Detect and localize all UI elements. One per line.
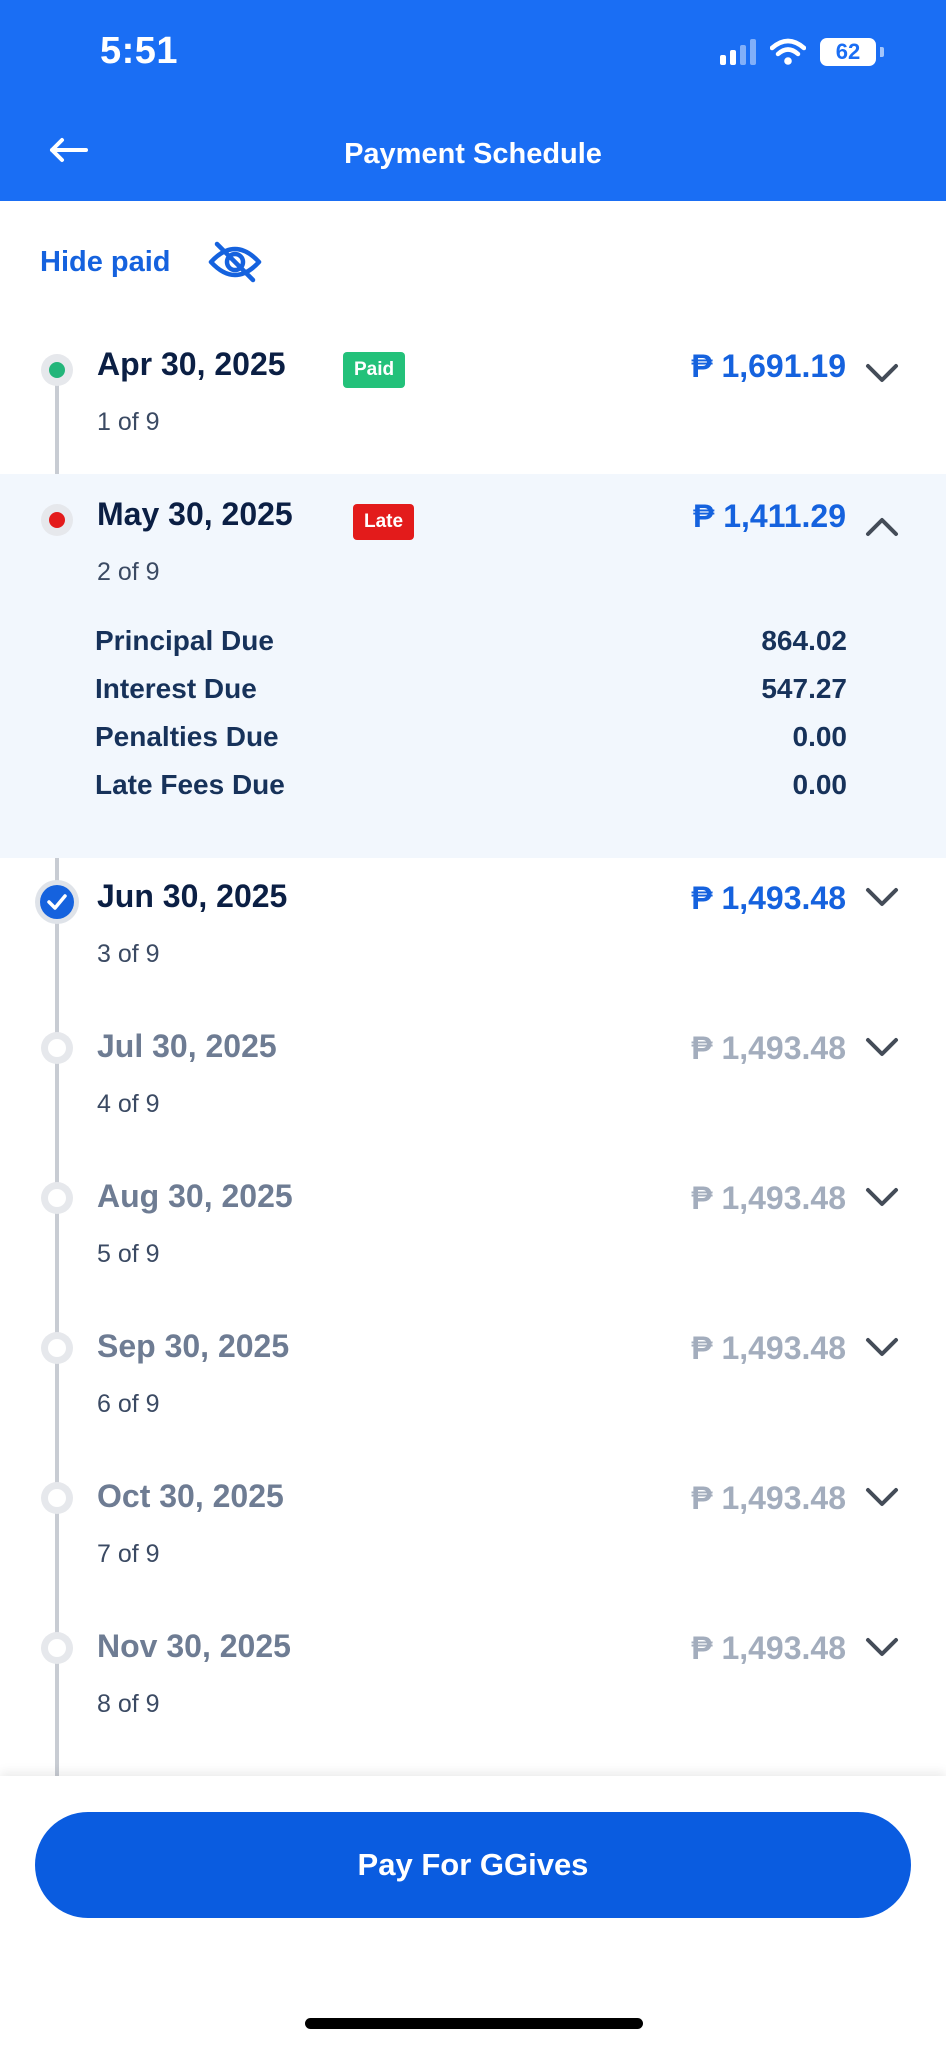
payment-date: Apr 30, 2025 [97,346,286,382]
payment-date: Jun 30, 2025 [97,878,288,914]
status-icons: 62 [720,38,884,66]
top-app-bar: 5:51 62 Payment Schedule [0,0,946,201]
payment-row[interactable]: Jun 30, 2025 ₱ 1,493.48 3 of 9 [0,858,946,1008]
installment-count: 7 of 9 [97,1540,160,1568]
check-icon [47,894,67,910]
payment-amount: ₱ 1,411.29 [692,498,846,534]
breakdown-value: 864.02 [761,625,847,656]
breakdown-row: Principal Due 864.02 [95,617,847,665]
installment-count: 5 of 9 [97,1240,160,1268]
breakdown-row: Interest Due 547.27 [95,665,847,713]
paid-badge: Paid [343,352,406,388]
payment-date: Sep 30, 2025 [97,1328,290,1364]
status-dot-current [35,880,79,924]
payment-row[interactable]: Jul 30, 2025 ₱ 1,493.48 4 of 9 [0,1008,946,1158]
payment-date: May 30, 2025 [97,496,293,532]
payment-amount: ₱ 1,493.48 [691,1030,846,1066]
installment-count: 2 of 9 [97,558,160,586]
cellular-signal-icon [720,39,756,65]
payment-amount: ₱ 1,493.48 [691,880,846,916]
status-dot-pending [41,1632,73,1664]
payment-row[interactable]: Apr 30, 2025 Paid ₱ 1,691.19 1 of 9 [0,330,946,474]
payment-amount: ₱ 1,691.19 [691,348,846,384]
status-dot-pending [41,1332,73,1364]
payment-date: Nov 30, 2025 [97,1628,291,1664]
installment-count: 6 of 9 [97,1390,160,1418]
payment-amount: ₱ 1,493.48 [691,1480,846,1516]
payment-row-expanded[interactable]: May 30, 2025 Late ₱ 1,411.29 2 of 9 Prin… [0,474,946,858]
breakdown-row: Penalties Due 0.00 [95,713,847,761]
chevron-down-icon[interactable] [862,1332,902,1360]
payment-amount: ₱ 1,493.48 [691,1180,846,1216]
installment-count: 4 of 9 [97,1090,160,1118]
payment-row[interactable]: Nov 30, 2025 ₱ 1,493.48 8 of 9 [0,1608,946,1758]
breakdown-label: Penalties Due [95,721,279,752]
breakdown-label: Late Fees Due [95,769,285,800]
payment-date: Jul 30, 2025 [97,1028,277,1064]
status-dot-late [41,504,73,536]
status-dot-pending [41,1032,73,1064]
payment-amount: ₱ 1,493.48 [691,1330,846,1366]
battery-level: 62 [835,39,861,64]
installment-count: 8 of 9 [97,1690,160,1718]
status-time: 5:51 [100,30,179,72]
breakdown-value: 0.00 [792,769,848,800]
installment-count: 1 of 9 [97,408,160,436]
chevron-down-icon[interactable] [862,1482,902,1510]
payment-date: Oct 30, 2025 [97,1478,284,1514]
home-indicator [305,2018,643,2029]
installment-count: 3 of 9 [97,940,160,968]
breakdown-value: 547.27 [761,673,847,704]
battery-tip [880,47,884,57]
payment-amount: ₱ 1,493.48 [691,1630,846,1666]
eye-off-icon [208,241,261,283]
payment-row[interactable]: Oct 30, 2025 ₱ 1,493.48 7 of 9 [0,1458,946,1608]
battery-icon: 62 [820,38,876,66]
chevron-down-icon[interactable] [862,1182,902,1210]
chevron-down-icon[interactable] [862,1032,902,1060]
payment-row[interactable]: Sep 30, 2025 ₱ 1,493.48 6 of 9 [0,1308,946,1458]
breakdown-label: Interest Due [95,673,257,704]
chevron-down-icon[interactable] [862,1632,902,1660]
payment-row[interactable]: Aug 30, 2025 ₱ 1,493.48 5 of 9 [0,1158,946,1308]
breakdown-label: Principal Due [95,625,274,656]
late-badge: Late [353,504,415,540]
status-dot-pending [41,1482,73,1514]
page-title: Payment Schedule [344,138,602,170]
hide-paid-label: Hide paid [40,245,171,278]
bottom-action-bar: Pay For GGives [0,1776,946,2046]
chevron-down-icon[interactable] [862,358,902,386]
hide-paid-toggle[interactable]: Hide paid [40,238,263,286]
payment-breakdown: Principal Due 864.02 Interest Due 547.27 P… [95,617,847,809]
breakdown-value: 0.00 [792,721,848,752]
breakdown-row: Late Fees Due 0.00 [95,761,847,809]
wifi-icon [770,38,806,65]
chevron-up-icon[interactable] [862,512,902,540]
chevron-down-icon[interactable] [862,882,902,910]
status-dot-paid [41,354,73,386]
status-dot-pending [41,1182,73,1214]
pay-for-ggives-button[interactable]: Pay For GGives [35,1812,911,1918]
payment-date: Aug 30, 2025 [97,1178,293,1214]
